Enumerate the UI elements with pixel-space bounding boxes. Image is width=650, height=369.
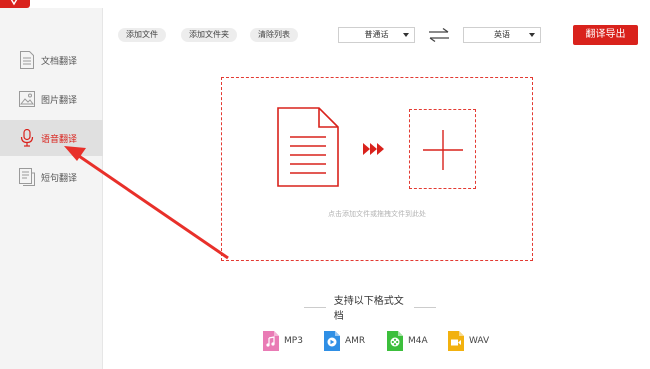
format-label: AMR [345, 336, 366, 346]
chevron-down-icon [403, 33, 409, 37]
target-language-select[interactable]: 英语 [463, 27, 541, 43]
amr-file-icon [324, 331, 340, 351]
add-file-target[interactable] [409, 109, 476, 189]
format-item-wav: WAV [448, 331, 489, 351]
divider [414, 306, 436, 308]
sentence-icon [19, 168, 35, 186]
logo-icon [10, 0, 18, 6]
sidebar-item-label: 语音翻译 [41, 135, 78, 145]
sidebar: 文档翻译 图片翻译 语音翻译 短句翻译 [0, 8, 103, 369]
source-language-select[interactable]: 普通话 [338, 27, 415, 43]
supported-formats-title: 支持以下格式文档 [333, 296, 404, 322]
microphone-icon [20, 129, 34, 147]
format-item-amr: AMR [324, 331, 365, 351]
clear-list-button[interactable]: 清除列表 [250, 28, 298, 42]
document-icon [20, 51, 34, 69]
format-item-m4a: M4A [387, 331, 428, 351]
plus-icon [423, 130, 463, 170]
m4a-file-icon [387, 331, 403, 351]
format-label: M4A [408, 336, 428, 346]
supported-formats-heading: 支持以下格式文档 [296, 296, 444, 322]
wav-file-icon [448, 331, 464, 351]
sidebar-item-voice-translation[interactable]: 语音翻译 [0, 120, 103, 156]
swap-languages-icon[interactable] [427, 27, 451, 43]
sidebar-item-document-translation[interactable]: 文档翻译 [0, 42, 103, 78]
mp3-file-icon [263, 331, 279, 351]
sidebar-item-label: 短句翻译 [41, 174, 78, 184]
drop-hint-text: 点击添加文件或拖拽文件到此处 [328, 210, 426, 218]
add-file-button[interactable]: 添加文件 [118, 28, 166, 42]
add-folder-button[interactable]: 添加文件夹 [181, 28, 237, 42]
export-translation-button[interactable]: 翻译导出 [573, 25, 638, 45]
sidebar-item-label: 文档翻译 [41, 57, 78, 67]
sidebar-item-image-translation[interactable]: 图片翻译 [0, 81, 103, 117]
format-label: MP3 [284, 336, 303, 346]
format-label: WAV [469, 336, 490, 346]
image-icon [19, 91, 35, 107]
forward-arrows-icon [363, 143, 384, 155]
document-icon [277, 107, 339, 187]
divider [304, 306, 326, 308]
sidebar-item-label: 图片翻译 [41, 96, 78, 106]
chevron-down-icon [529, 33, 535, 37]
sidebar-item-sentence-translation[interactable]: 短句翻译 [0, 159, 103, 195]
target-language-value: 英语 [494, 30, 510, 39]
source-language-value: 普通话 [364, 30, 389, 39]
file-drop-zone[interactable]: 点击添加文件或拖拽文件到此处 [221, 77, 533, 261]
format-item-mp3: MP3 [263, 331, 303, 351]
app-logo [0, 0, 30, 8]
app-window: 文档翻译 图片翻译 语音翻译 短句翻译 添加文件 添加文件夹 清除列表 普通话 … [0, 0, 650, 369]
